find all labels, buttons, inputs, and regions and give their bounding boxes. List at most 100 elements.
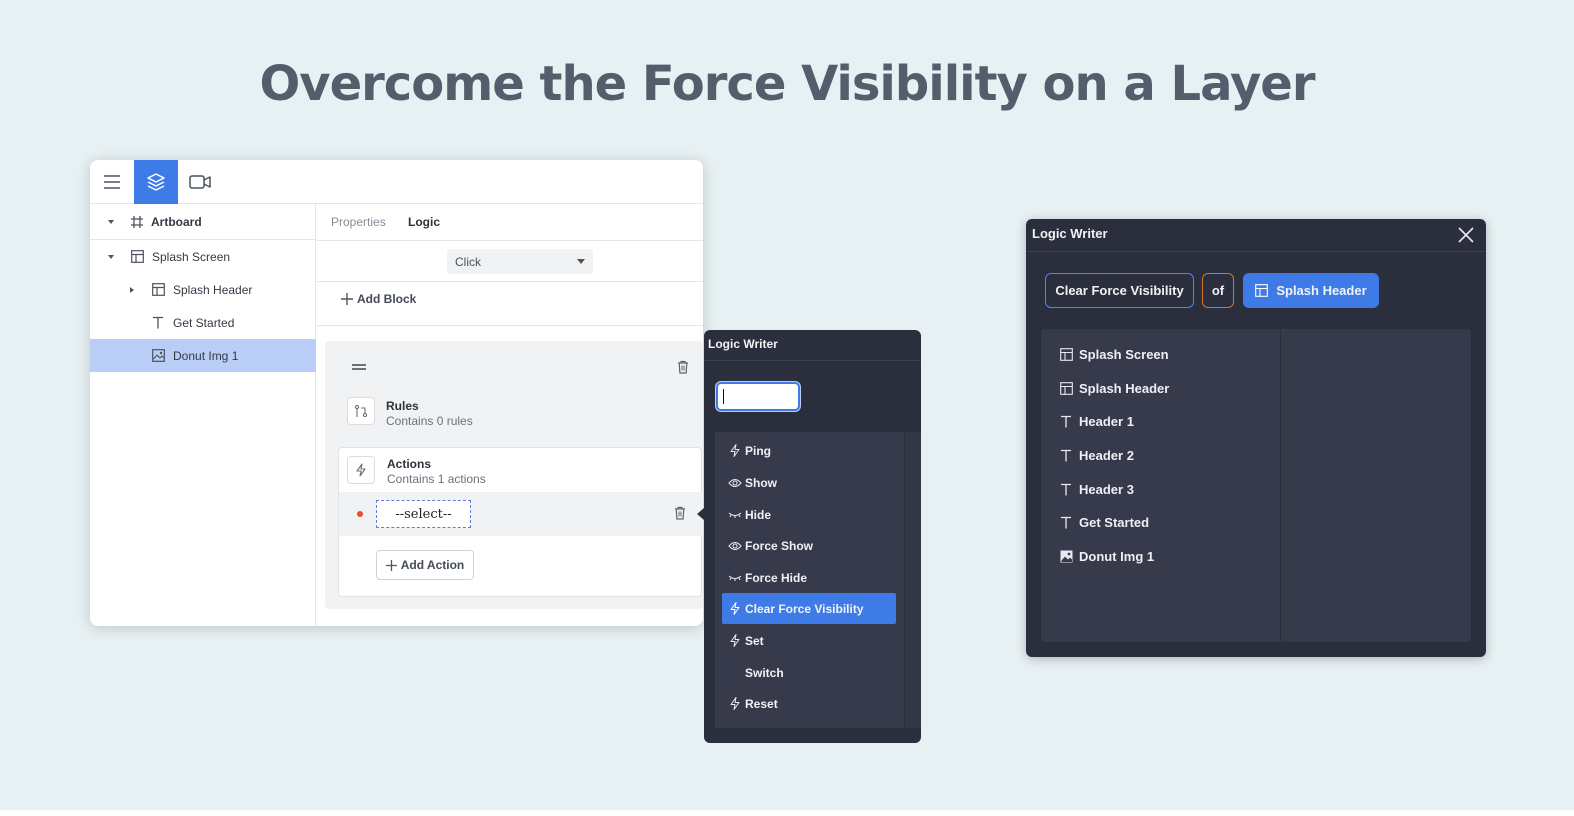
tab-properties[interactable]: Properties — [331, 215, 386, 229]
scrollbar[interactable] — [904, 432, 921, 728]
item-label: Hide — [745, 507, 772, 522]
video-camera-icon — [189, 175, 211, 189]
layer-picker: Splash Screen Splash Header Header 1 Hea… — [1041, 329, 1471, 642]
close-icon[interactable] — [1456, 225, 1476, 245]
item-label: Donut Img 1 — [1079, 548, 1155, 564]
caret-down-icon[interactable] — [107, 253, 115, 261]
layer-label: Splash Header — [173, 282, 253, 297]
item-label: Splash Header — [1079, 380, 1170, 396]
video-button[interactable] — [178, 160, 222, 204]
list-item-splash-header[interactable]: Splash Header — [1059, 378, 1169, 398]
eye-icon — [727, 476, 743, 490]
layer-row-splash-screen[interactable]: Splash Screen — [90, 240, 316, 273]
caret-right-icon[interactable] — [128, 286, 136, 294]
text-icon — [1059, 482, 1073, 496]
layer-row-get-started[interactable]: Get Started — [90, 306, 316, 339]
bottom-strip — [0, 810, 1574, 816]
search-input[interactable] — [716, 382, 800, 411]
text-icon — [1059, 414, 1073, 428]
bolt-icon — [347, 456, 375, 484]
list-item-header-2[interactable]: Header 2 — [1059, 445, 1134, 465]
action-select[interactable]: --select-- — [376, 500, 471, 528]
item-label: Reset — [745, 696, 778, 711]
frame-icon — [1255, 284, 1269, 297]
logic-writer-dropdown: Logic Writer Ping Show Hide Force Show F… — [704, 330, 921, 743]
item-label: Show — [745, 475, 777, 490]
bolt-icon — [727, 444, 743, 458]
text-icon — [151, 316, 165, 330]
plus-icon — [385, 559, 397, 571]
item-label: Force Show — [745, 538, 814, 553]
target-label: Splash Header — [1276, 283, 1367, 298]
divider — [317, 325, 703, 326]
trash-icon[interactable] — [677, 360, 689, 374]
bolt-icon — [727, 697, 743, 711]
actions-card: Actions Contains 1 actions --select-- Ad… — [338, 447, 703, 597]
actions-subtitle: Contains 1 actions — [387, 472, 486, 486]
list-item-set[interactable]: Set — [722, 625, 896, 656]
panel-tabs: Properties Logic — [317, 204, 703, 241]
verb-chip[interactable]: Clear Force Visibility — [1045, 273, 1194, 308]
item-label: Header 1 — [1079, 413, 1134, 429]
list-item-show[interactable]: Show — [722, 467, 896, 498]
divider — [704, 360, 921, 361]
drag-handle-icon[interactable] — [352, 363, 366, 371]
list-item-splash-screen[interactable]: Splash Screen — [1059, 344, 1169, 364]
list-item-clear-force-visibility[interactable]: Clear Force Visibility — [722, 593, 896, 624]
blank-icon — [727, 666, 743, 680]
text-icon — [1059, 515, 1073, 529]
eye-closed-icon — [727, 508, 743, 522]
list-item-donut-img[interactable]: Donut Img 1 — [1059, 546, 1154, 566]
item-label: Force Hide — [745, 570, 808, 585]
layer-label: Splash Screen — [152, 249, 231, 264]
layer-label: Get Started — [173, 315, 235, 330]
bolt-icon — [727, 634, 743, 648]
trigger-value: Click — [455, 254, 481, 269]
rules-title: Rules — [386, 399, 419, 413]
layer-row-artboard[interactable]: Artboard — [90, 204, 316, 240]
layers-button[interactable] — [134, 160, 178, 204]
target-chip[interactable]: Splash Header — [1243, 273, 1379, 308]
list-item-header-3[interactable]: Header 3 — [1059, 479, 1134, 499]
action-list: Ping Show Hide Force Show Force Hide Cle… — [715, 432, 904, 728]
caret-down-icon[interactable] — [107, 218, 115, 226]
tab-logic[interactable]: Logic — [408, 215, 440, 229]
add-action-label: Add Action — [400, 558, 465, 572]
dialog-title: Logic Writer — [1032, 226, 1108, 241]
layer-row-donut-img[interactable]: Donut Img 1 — [90, 339, 316, 372]
layer-row-splash-header[interactable]: Splash Header — [90, 273, 316, 306]
add-block-button[interactable]: Add Block — [341, 292, 416, 306]
trigger-select[interactable]: Click — [447, 249, 593, 274]
trash-icon[interactable] — [674, 506, 686, 520]
layers-panel: Artboard Splash Screen Splash Header Get… — [90, 204, 316, 626]
layers-icon — [147, 173, 165, 191]
trigger-row: Click — [317, 241, 703, 282]
hamburger-icon — [104, 175, 120, 189]
list-item-reset[interactable]: Reset — [722, 688, 896, 719]
list-item-header-1[interactable]: Header 1 — [1059, 411, 1134, 431]
bolt-icon — [727, 602, 743, 616]
image-icon — [151, 349, 165, 363]
list-item-switch[interactable]: Switch — [722, 657, 896, 688]
connector-chip[interactable]: of — [1202, 273, 1234, 308]
menu-button[interactable] — [90, 160, 134, 204]
layer-label: Donut Img 1 — [173, 348, 239, 363]
item-label: Switch — [745, 665, 784, 680]
add-action-button[interactable]: Add Action — [376, 550, 474, 580]
eye-icon — [727, 539, 743, 553]
item-label: Header 2 — [1079, 447, 1134, 463]
add-block-label: Add Block — [357, 292, 417, 306]
eye-closed-icon — [727, 571, 743, 585]
list-item-force-hide[interactable]: Force Hide — [722, 562, 896, 593]
item-label: Splash Screen — [1079, 346, 1169, 362]
image-icon — [1059, 549, 1073, 563]
divider — [1026, 251, 1486, 252]
list-item-hide[interactable]: Hide — [722, 499, 896, 530]
column-divider — [1280, 329, 1281, 642]
list-item-get-started[interactable]: Get Started — [1059, 512, 1149, 532]
toolbar — [90, 160, 703, 204]
rules-subtitle: Contains 0 rules — [386, 414, 473, 428]
plus-icon — [341, 293, 353, 305]
list-item-ping[interactable]: Ping — [722, 435, 896, 466]
list-item-force-show[interactable]: Force Show — [722, 530, 896, 561]
